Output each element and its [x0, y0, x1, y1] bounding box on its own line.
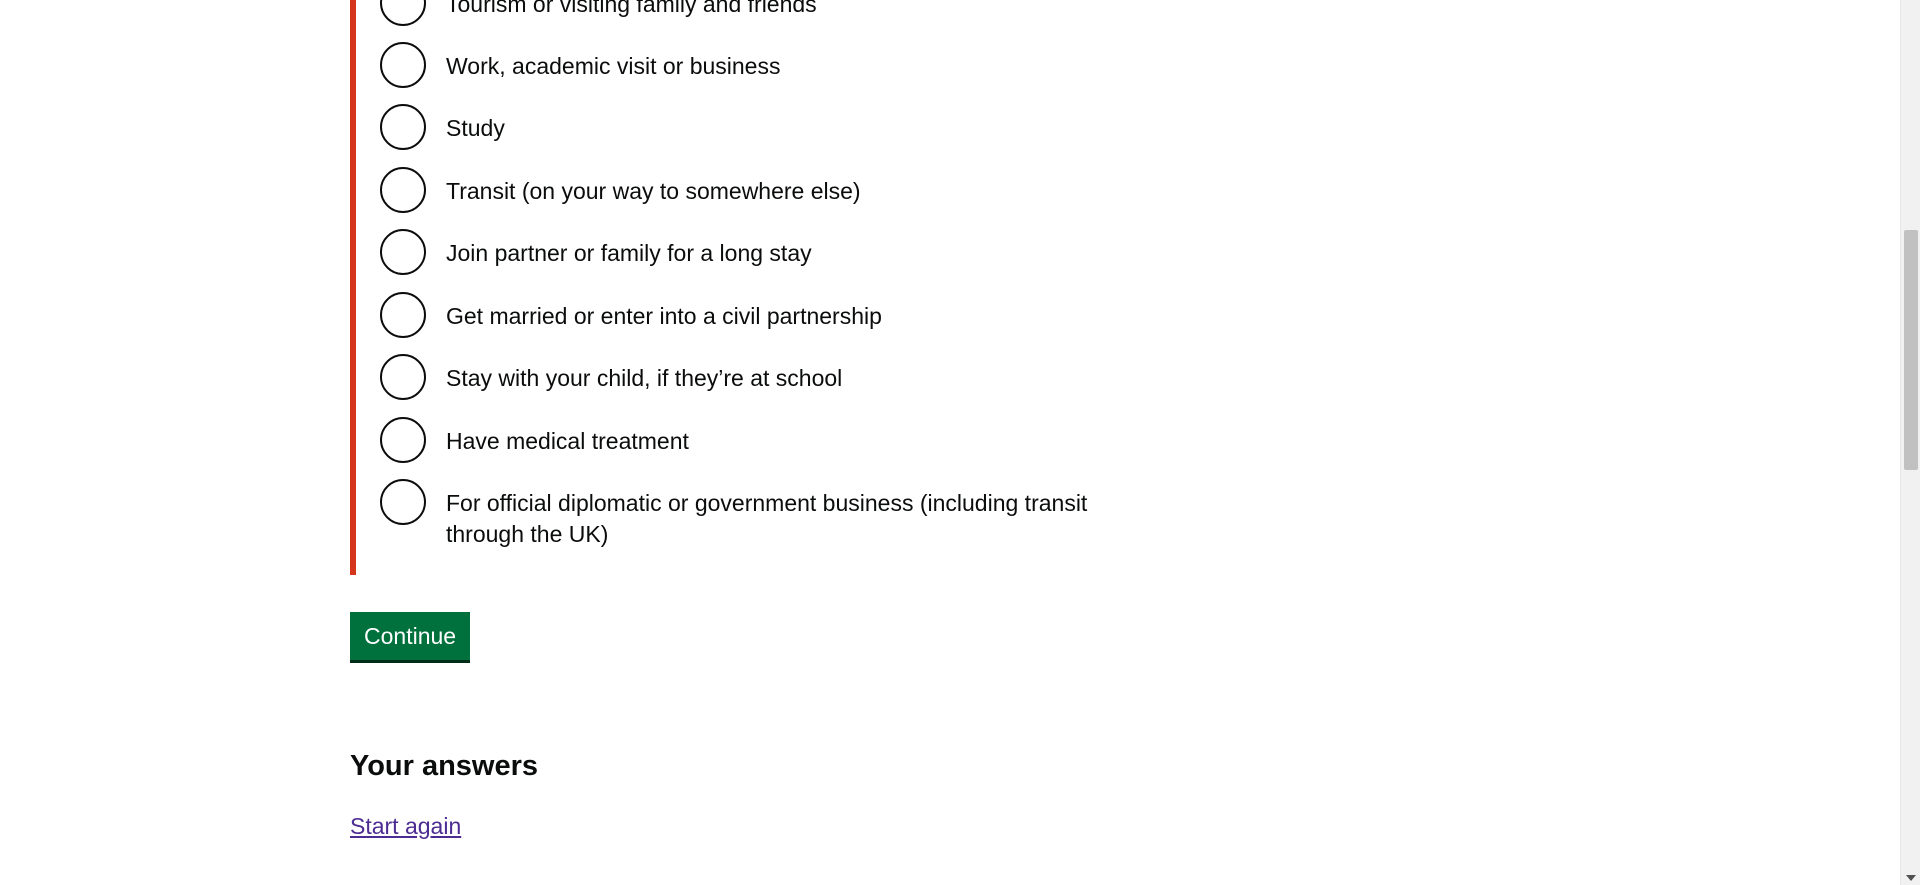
radio-option-study[interactable]: Study — [380, 104, 1160, 150]
radio-button[interactable] — [380, 292, 426, 338]
radio-button[interactable] — [380, 479, 426, 525]
radio-option-tourism[interactable]: Tourism or visiting family and friends — [380, 0, 1160, 26]
radio-option-join-partner[interactable]: Join partner or family for a long stay — [380, 229, 1160, 275]
radio-button[interactable] — [380, 0, 426, 26]
radio-option-marry[interactable]: Get married or enter into a civil partne… — [380, 292, 1160, 338]
radio-button[interactable] — [380, 42, 426, 88]
page: Tourism or visiting family and friends W… — [0, 0, 1920, 885]
radio-option-label[interactable]: Get married or enter into a civil partne… — [446, 292, 882, 332]
radio-option-label[interactable]: Stay with your child, if they’re at scho… — [446, 354, 842, 394]
continue-button[interactable]: Continue — [350, 612, 471, 660]
radio-option-label[interactable]: Have medical treatment — [446, 417, 689, 457]
radio-group-error: Tourism or visiting family and friends W… — [350, 0, 1156, 575]
radio-option-child-school[interactable]: Stay with your child, if they’re at scho… — [380, 354, 1160, 400]
start-again-link[interactable]: Start again — [350, 810, 461, 842]
radio-option-transit[interactable]: Transit (on your way to somewhere else) — [380, 167, 1160, 213]
radio-button[interactable] — [380, 104, 426, 150]
radio-option-label[interactable]: Transit (on your way to somewhere else) — [446, 167, 861, 207]
radio-button[interactable] — [380, 229, 426, 275]
radio-button[interactable] — [380, 417, 426, 463]
radio-option-medical[interactable]: Have medical treatment — [380, 417, 1160, 463]
scrollbar-thumb[interactable] — [1904, 230, 1918, 470]
radio-button[interactable] — [380, 354, 426, 400]
radio-option-label[interactable]: For official diplomatic or government bu… — [446, 479, 1146, 550]
radio-option-work[interactable]: Work, academic visit or business — [380, 42, 1160, 88]
radio-option-label[interactable]: Join partner or family for a long stay — [446, 229, 812, 269]
radio-button[interactable] — [380, 167, 426, 213]
vertical-scrollbar[interactable] — [1900, 0, 1920, 885]
radio-option-label[interactable]: Tourism or visiting family and friends — [446, 0, 817, 20]
your-answers-heading: Your answers — [350, 750, 539, 782]
radio-option-diplomatic[interactable]: For official diplomatic or government bu… — [380, 479, 1160, 550]
scroll-down-arrow-icon[interactable] — [1906, 875, 1916, 881]
radio-option-label[interactable]: Study — [446, 104, 505, 144]
radio-option-label[interactable]: Work, academic visit or business — [446, 42, 780, 82]
